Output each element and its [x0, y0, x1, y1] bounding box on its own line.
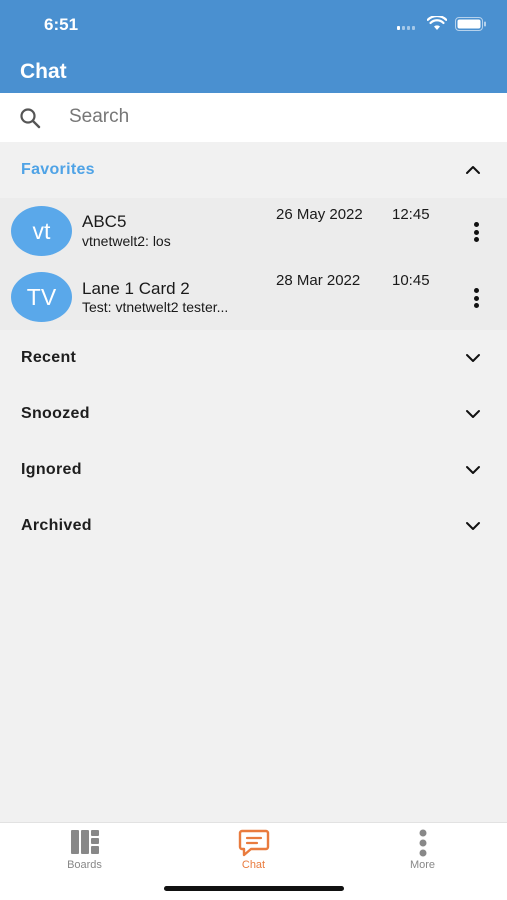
section-favorites[interactable]: Favorites [0, 142, 507, 198]
chat-date: 28 Mar 2022 [276, 272, 361, 289]
chevron-down-icon [466, 410, 480, 418]
chat-time: 12:45 [392, 206, 430, 223]
status-icons [397, 16, 487, 31]
app-header: 6:51 Chat [0, 0, 507, 93]
section-recent[interactable]: Recent [0, 330, 507, 386]
chat-time: 10:45 [392, 272, 430, 289]
section-ignored[interactable]: Ignored [0, 442, 507, 498]
chat-item[interactable]: TV Lane 1 Card 2 Test: vtnetwelt2 tester… [0, 264, 507, 330]
section-ignored-label: Ignored [21, 461, 82, 478]
chat-icon [238, 829, 269, 857]
home-indicator[interactable] [164, 886, 344, 891]
avatar: TV [11, 272, 72, 322]
more-vertical-icon [419, 829, 426, 857]
search-input[interactable] [69, 103, 469, 131]
chat-title: ABC5 [82, 212, 127, 231]
chevron-down-icon [466, 466, 480, 474]
section-recent-label: Recent [21, 349, 77, 366]
chevron-down-icon [466, 522, 480, 530]
tab-more[interactable]: More [338, 823, 507, 883]
tab-boards[interactable]: Boards [0, 823, 169, 883]
chat-title: Lane 1 Card 2 [82, 279, 190, 298]
more-options-icon[interactable] [466, 286, 486, 310]
more-options-icon[interactable] [466, 220, 486, 244]
search-icon [20, 108, 41, 129]
avatar: vt [11, 206, 72, 256]
section-snoozed[interactable]: Snoozed [0, 386, 507, 442]
boards-icon [70, 830, 99, 854]
tab-chat[interactable]: Chat [169, 823, 338, 883]
wifi-icon [427, 16, 447, 30]
tab-chat-label: Chat [241, 859, 266, 871]
section-snoozed-label: Snoozed [21, 405, 90, 422]
battery-icon [455, 16, 486, 31]
chat-item[interactable]: vt ABC5 vtnetwelt2: los 26 May 2022 12:4… [0, 198, 507, 264]
tab-more-label: More [409, 859, 436, 871]
section-favorites-label: Favorites [21, 161, 95, 178]
chat-preview: vtnetwelt2: los [82, 233, 171, 249]
section-archived-label: Archived [21, 517, 92, 534]
chevron-up-icon [466, 166, 480, 174]
section-archived[interactable]: Archived [0, 498, 507, 554]
chat-preview: Test: vtnetwelt2 tester... [82, 299, 229, 315]
search-bar [0, 93, 507, 142]
chevron-down-icon [466, 354, 480, 362]
status-time: 6:51 [44, 15, 79, 34]
signal-icon [397, 25, 415, 30]
page-title: Chat [20, 60, 67, 83]
chat-date: 26 May 2022 [276, 206, 363, 223]
tab-boards-label: Boards [67, 859, 102, 871]
